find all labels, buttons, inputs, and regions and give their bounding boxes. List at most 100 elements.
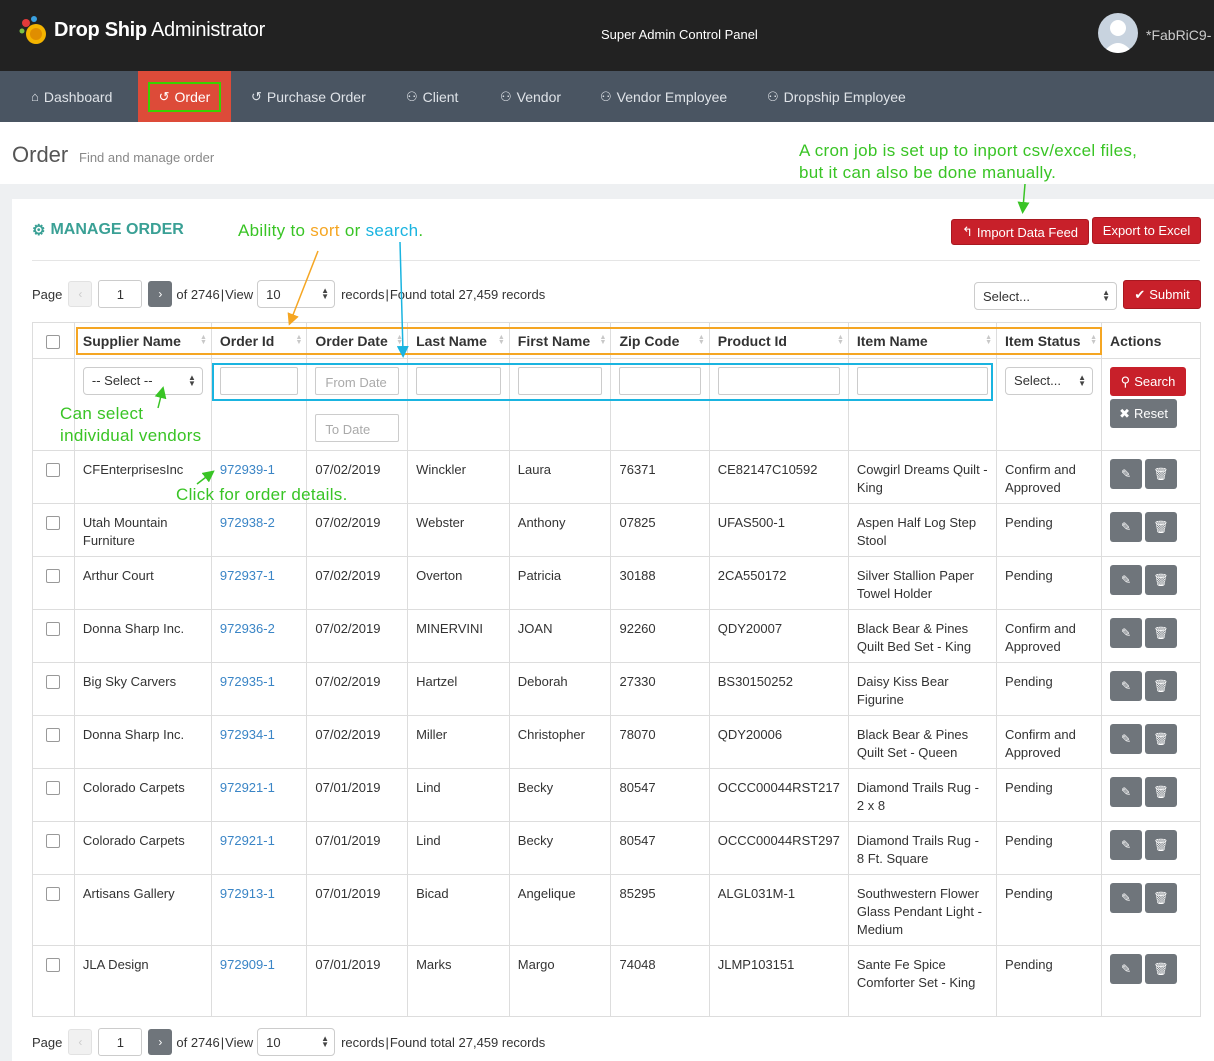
- page-size-select[interactable]: 10 ▲ ▼: [257, 280, 336, 308]
- order-id-link[interactable]: 972909-1: [220, 957, 275, 972]
- select-arrows-icon: ▲ ▼: [321, 286, 330, 301]
- item-name-cell: Black Bear & Pines Quilt Bed Set - King: [847, 609, 998, 663]
- edit-button[interactable]: ✎: [1110, 954, 1143, 984]
- search-button[interactable]: ⚲ Search: [1110, 367, 1187, 396]
- column-label: Actions: [1110, 333, 1162, 349]
- order-id-link[interactable]: 972937-1: [220, 568, 275, 583]
- zip-cell: 92260: [610, 609, 710, 663]
- edit-button[interactable]: ✎: [1110, 830, 1143, 860]
- row-checkbox[interactable]: [46, 887, 60, 901]
- edit-button[interactable]: ✎: [1110, 618, 1143, 648]
- edit-button[interactable]: ✎: [1110, 883, 1143, 913]
- next-page-button[interactable]: ›: [148, 1029, 173, 1055]
- next-page-button[interactable]: ›: [148, 281, 173, 307]
- separator: |: [220, 1034, 225, 1050]
- nav-item-client[interactable]: ⚇ Client: [406, 71, 458, 122]
- page-title: Order: [12, 142, 69, 167]
- order-id-link[interactable]: 972936-2: [220, 621, 275, 636]
- delete-button[interactable]: 🗑: [1145, 512, 1178, 542]
- select-arrows-icon: ▲ ▼: [187, 373, 196, 388]
- separator: |: [385, 286, 389, 302]
- order-id-link[interactable]: 972934-1: [220, 727, 275, 742]
- first-name-cell: JOAN: [508, 609, 612, 663]
- avatar[interactable]: [1098, 13, 1138, 53]
- order-id-link[interactable]: 972938-2: [220, 515, 275, 530]
- nav-label: Client: [422, 88, 459, 105]
- last-name-cell: Lind: [407, 821, 510, 875]
- delete-button[interactable]: 🗑: [1145, 777, 1178, 807]
- divider: [32, 260, 1200, 261]
- status-cell: Pending: [996, 503, 1103, 557]
- nav-item-order[interactable]: ↺ Order: [138, 71, 231, 122]
- page-input[interactable]: 1: [98, 280, 143, 308]
- delete-button[interactable]: 🗑: [1145, 954, 1178, 984]
- delete-button[interactable]: 🗑: [1145, 724, 1178, 754]
- users-icon: ⚇: [406, 88, 418, 104]
- order-id-link[interactable]: 972935-1: [220, 674, 275, 689]
- order-id-link[interactable]: 972921-1: [220, 833, 275, 848]
- select-all-checkbox[interactable]: [46, 335, 60, 349]
- last-name-cell: Bicad: [407, 874, 510, 946]
- nav-item-dashboard[interactable]: ⌂ Dashboard: [31, 71, 112, 122]
- select-arrows-icon: ▲ ▼: [1102, 288, 1110, 303]
- prev-page-button[interactable]: ‹: [68, 1029, 93, 1055]
- row-checkbox[interactable]: [46, 675, 60, 689]
- nav-item-vendor-employee[interactable]: ⚇ Vendor Employee: [600, 71, 727, 122]
- import-data-feed-button[interactable]: ↰ Import Data Feed: [951, 219, 1089, 245]
- delete-button[interactable]: 🗑: [1145, 459, 1178, 489]
- table-row: Utah Mountain Furniture 972938-2 07/02/2…: [32, 503, 1201, 557]
- page-size-select[interactable]: 10 ▲ ▼: [257, 1028, 336, 1056]
- row-checkbox[interactable]: [46, 728, 60, 742]
- table-row: Colorado Carpets 972921-1 07/01/2019 Lin…: [32, 821, 1201, 875]
- status-filter-select[interactable]: Select... ▲ ▼: [1005, 367, 1094, 395]
- bulk-action-select[interactable]: Select... ▲ ▼: [974, 282, 1117, 310]
- delete-button[interactable]: 🗑: [1145, 830, 1178, 860]
- nav-item-vendor[interactable]: ⚇ Vendor: [500, 71, 561, 122]
- username[interactable]: *FabRiC9-: [1146, 27, 1211, 43]
- row-checkbox[interactable]: [46, 834, 60, 848]
- submit-button[interactable]: ✔ Submit: [1123, 280, 1201, 309]
- edit-button[interactable]: ✎: [1110, 512, 1143, 542]
- logo[interactable]: Drop Ship Administrator: [18, 14, 265, 46]
- to-date-input[interactable]: To Date: [315, 414, 400, 442]
- order-id-link[interactable]: 972921-1: [220, 780, 275, 795]
- supplier-filter-select[interactable]: -- Select -- ▲ ▼: [82, 367, 203, 395]
- page-input[interactable]: 1: [98, 1028, 143, 1056]
- row-checkbox[interactable]: [46, 622, 60, 636]
- row-checkbox[interactable]: [46, 516, 60, 530]
- delete-button[interactable]: 🗑: [1145, 618, 1178, 648]
- row-select-cell: [32, 768, 75, 822]
- product-id-cell: JLMP103151: [708, 945, 849, 1017]
- row-checkbox[interactable]: [46, 569, 60, 583]
- row-checkbox[interactable]: [46, 781, 60, 795]
- status-cell: Pending: [996, 556, 1103, 610]
- row-checkbox[interactable]: [46, 958, 60, 972]
- edit-button[interactable]: ✎: [1110, 459, 1143, 489]
- edit-button[interactable]: ✎: [1110, 671, 1143, 701]
- annotation-vendors-line2: individual vendors: [60, 426, 202, 445]
- item-name-cell: Sante Fe Spice Comforter Set - King: [847, 945, 998, 1017]
- nav-item-purchase-order[interactable]: ↺ Purchase Order: [251, 71, 366, 122]
- users-icon: ⚇: [500, 88, 512, 104]
- edit-button[interactable]: ✎: [1110, 777, 1143, 807]
- export-excel-button[interactable]: Export to Excel: [1092, 217, 1201, 244]
- order-id-link[interactable]: 972913-1: [220, 886, 275, 901]
- edit-button[interactable]: ✎: [1110, 724, 1143, 754]
- delete-button[interactable]: 🗑: [1145, 671, 1178, 701]
- gears-icon: ⚙: [32, 222, 46, 239]
- delete-button[interactable]: 🗑: [1145, 565, 1178, 595]
- page-count: of 2746: [176, 286, 220, 302]
- reset-button[interactable]: ✖ Reset: [1110, 399, 1178, 428]
- nav-item-dropship-employee[interactable]: ⚇ Dropship Employee: [767, 71, 906, 122]
- order-id-link[interactable]: 972939-1: [220, 462, 275, 477]
- prev-page-button[interactable]: ‹: [68, 281, 93, 307]
- last-name-cell: Miller: [407, 715, 510, 769]
- row-checkbox[interactable]: [46, 463, 60, 477]
- edit-button[interactable]: ✎: [1110, 565, 1143, 595]
- annotation-vendors-line1: Can select: [60, 404, 144, 423]
- table-row: Big Sky Carvers 972935-1 07/02/2019 Hart…: [32, 662, 1201, 716]
- zip-cell: 78070: [610, 715, 710, 769]
- trash-icon: 🗑: [1153, 626, 1169, 640]
- home-icon: ⌂: [31, 89, 39, 104]
- delete-button[interactable]: 🗑: [1145, 883, 1178, 913]
